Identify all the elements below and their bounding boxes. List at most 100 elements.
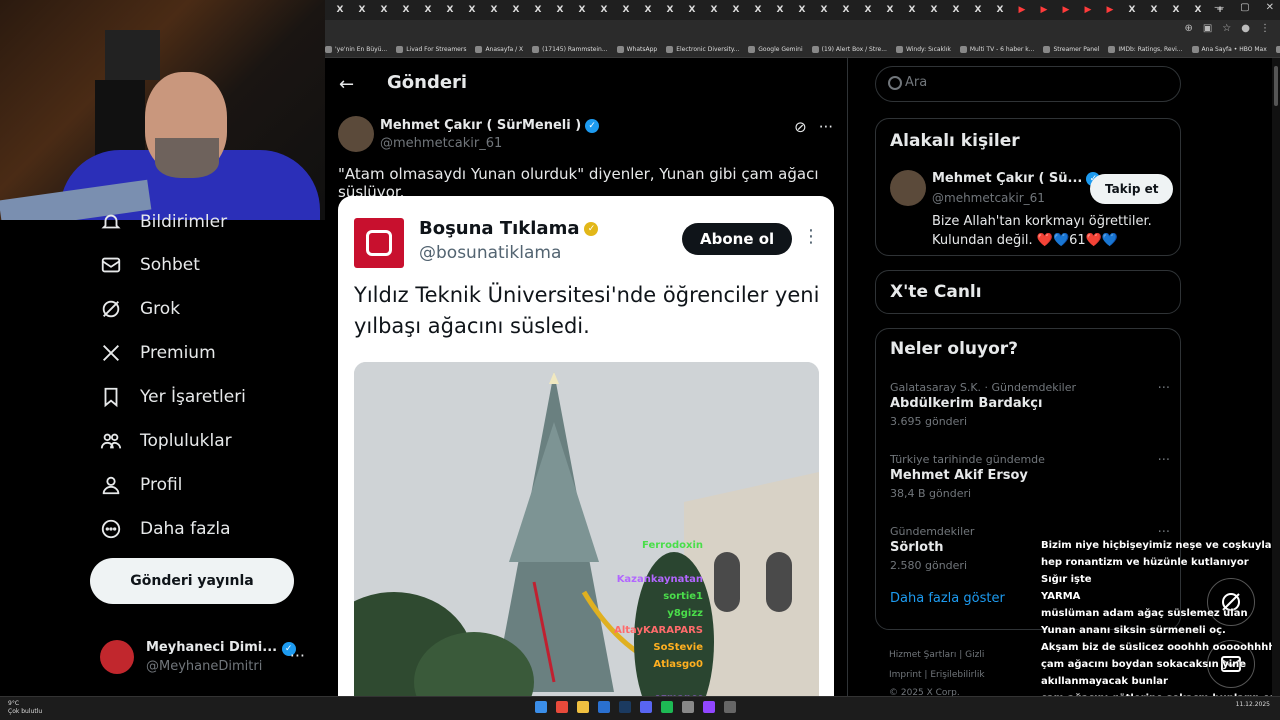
browser-tab[interactable]: X: [417, 2, 439, 18]
nav-item-bookmarks[interactable]: Yer İşaretleri: [100, 386, 246, 408]
star-icon[interactable]: ☆: [1222, 23, 1231, 34]
more-icon[interactable]: ···: [819, 118, 833, 136]
bookmark-item[interactable]: Windy: Sıcaklık: [895, 46, 951, 53]
discord-icon[interactable]: [640, 701, 652, 713]
bookmark-item[interactable]: Anasayfa / X: [475, 46, 523, 53]
menu-icon[interactable]: ⋮: [1260, 23, 1270, 34]
browser-tab[interactable]: X: [1143, 2, 1165, 18]
bookmark-item[interactable]: Multi TV - 6 haber k...: [959, 46, 1034, 53]
browser-tab[interactable]: X: [329, 2, 351, 18]
trend-item[interactable]: Türkiye tarihinde gündemde Mehmet Akif E…: [890, 453, 1170, 500]
bookmark-item[interactable]: 'ye'nin En Büyü...: [325, 46, 387, 53]
browser-tab[interactable]: X: [857, 2, 879, 18]
weather-widget[interactable]: 9°C Çok bulutlu: [8, 700, 42, 716]
nav-item-communities[interactable]: Topluluklar: [100, 430, 232, 452]
quoted-post[interactable]: Boşuna Tıklama ✓ @bosunatiklama Abone ol…: [338, 196, 834, 696]
more-icon[interactable]: ···: [1158, 525, 1170, 540]
grok-icon[interactable]: ⊘: [794, 118, 807, 136]
browser-tab[interactable]: X: [791, 2, 813, 18]
screenshot-icon[interactable]: ▣: [1203, 23, 1212, 34]
trend-item[interactable]: Galatasaray S.K. · Gündemdekiler Abdülke…: [890, 381, 1170, 428]
browser-tab[interactable]: X: [1187, 2, 1209, 18]
subscribe-button[interactable]: Abone ol: [682, 223, 793, 255]
footer-links[interactable]: Hizmet Şartları | Gizli: [889, 650, 984, 660]
browser-tab[interactable]: X: [373, 2, 395, 18]
bookmark-item[interactable]: (19) Alert Box / Stre...: [811, 46, 887, 53]
browser-tab[interactable]: X: [769, 2, 791, 18]
close-window-button[interactable]: ✕: [1266, 2, 1274, 13]
browser-tab[interactable]: X: [945, 2, 967, 18]
browser-tab[interactable]: X: [527, 2, 549, 18]
search-input[interactable]: Ara: [875, 66, 1181, 102]
browser-tab[interactable]: X: [637, 2, 659, 18]
bookmark-item[interactable]: »: [1275, 46, 1280, 53]
browser-tab[interactable]: X: [967, 2, 989, 18]
browser-tab[interactable]: X: [703, 2, 725, 18]
back-arrow-icon[interactable]: ←: [339, 74, 354, 95]
steam-icon[interactable]: [619, 701, 631, 713]
browser-tab[interactable]: ▶: [1033, 2, 1055, 18]
browser-tab[interactable]: X: [989, 2, 1011, 18]
related-handle[interactable]: @mehmetcakir_61: [932, 191, 1045, 205]
chrome-icon[interactable]: [556, 701, 568, 713]
folder-icon[interactable]: [577, 701, 589, 713]
browser-tab[interactable]: X: [835, 2, 857, 18]
avatar[interactable]: [890, 170, 926, 206]
browser-tab[interactable]: X: [681, 2, 703, 18]
browser-tab[interactable]: X: [593, 2, 615, 18]
browser-tab[interactable]: X: [351, 2, 373, 18]
tweet-author-name[interactable]: Mehmet Çakır ( SürMeneli ) ✓: [380, 118, 600, 133]
browser-tab[interactable]: X: [659, 2, 681, 18]
start-icon[interactable]: [535, 701, 547, 713]
browser-tab[interactable]: ▶: [1077, 2, 1099, 18]
browser-tab[interactable]: X: [571, 2, 593, 18]
more-icon[interactable]: ···: [1158, 381, 1170, 396]
christmas-tree-photo[interactable]: [354, 362, 819, 696]
show-more-link[interactable]: Daha fazla göster: [890, 591, 1005, 606]
bookmark-item[interactable]: Google Gemini: [748, 46, 803, 53]
bookmark-item[interactable]: (17145) Rammstein...: [532, 46, 608, 53]
browser-tab[interactable]: X: [923, 2, 945, 18]
extension-icon[interactable]: ⊕: [1184, 23, 1192, 34]
avatar[interactable]: [338, 116, 374, 152]
browser-tab[interactable]: ▶: [1011, 2, 1033, 18]
more-icon[interactable]: ⋮: [802, 226, 820, 247]
address-bar[interactable]: ⊕ ▣ ☆ ● ⋮: [325, 20, 1280, 42]
browser-tab[interactable]: X: [725, 2, 747, 18]
browser-tab[interactable]: X: [813, 2, 835, 18]
edge-icon[interactable]: [598, 701, 610, 713]
profile-icon[interactable]: ●: [1241, 23, 1250, 34]
browser-tab[interactable]: X: [483, 2, 505, 18]
browser-tab[interactable]: X: [1165, 2, 1187, 18]
nav-item-more[interactable]: Daha fazla: [100, 518, 231, 540]
bookmark-item[interactable]: Streamer Panel: [1043, 46, 1099, 53]
post-button[interactable]: Gönderi yayınla: [90, 558, 294, 604]
footer-links[interactable]: Imprint | Erişilebilirlik: [889, 670, 985, 680]
bookmark-item[interactable]: WhatsApp: [616, 46, 657, 53]
browser-tab[interactable]: X: [879, 2, 901, 18]
bookmark-item[interactable]: Electronic Diversity...: [666, 46, 739, 53]
nav-item-notifications[interactable]: Bildirimler: [100, 211, 227, 233]
browser-tab[interactable]: X: [615, 2, 637, 18]
browser-tab[interactable]: X: [1121, 2, 1143, 18]
more-icon[interactable]: ···: [1158, 453, 1170, 468]
bookmark-item[interactable]: Livad For Streamers: [396, 46, 466, 53]
follow-button[interactable]: Takip et: [1090, 174, 1174, 204]
nav-item-profile[interactable]: Profil: [100, 474, 182, 496]
browser-tab[interactable]: X: [901, 2, 923, 18]
browser-tab[interactable]: X: [505, 2, 527, 18]
account-switcher[interactable]: Meyhaneci Dimi... ✓ @MeyhaneDimitri ···: [100, 636, 315, 680]
browser-tab[interactable]: X: [747, 2, 769, 18]
app-icon[interactable]: [682, 701, 694, 713]
scrollbar-thumb[interactable]: [1274, 66, 1278, 106]
page-scrollbar[interactable]: [1272, 58, 1280, 696]
spotify-icon[interactable]: [661, 701, 673, 713]
taskbar-clock[interactable]: 11.12.2025: [1236, 701, 1270, 708]
minimize-button[interactable]: —: [1214, 2, 1224, 13]
browser-tab[interactable]: X: [549, 2, 571, 18]
browser-tab[interactable]: X: [439, 2, 461, 18]
nav-item-premium[interactable]: Premium: [100, 342, 216, 364]
bookmark-item[interactable]: Ana Sayfa • HBO Max: [1191, 46, 1267, 53]
app-icon[interactable]: [724, 701, 736, 713]
x-live-card[interactable]: X'te Canlı: [875, 270, 1181, 314]
